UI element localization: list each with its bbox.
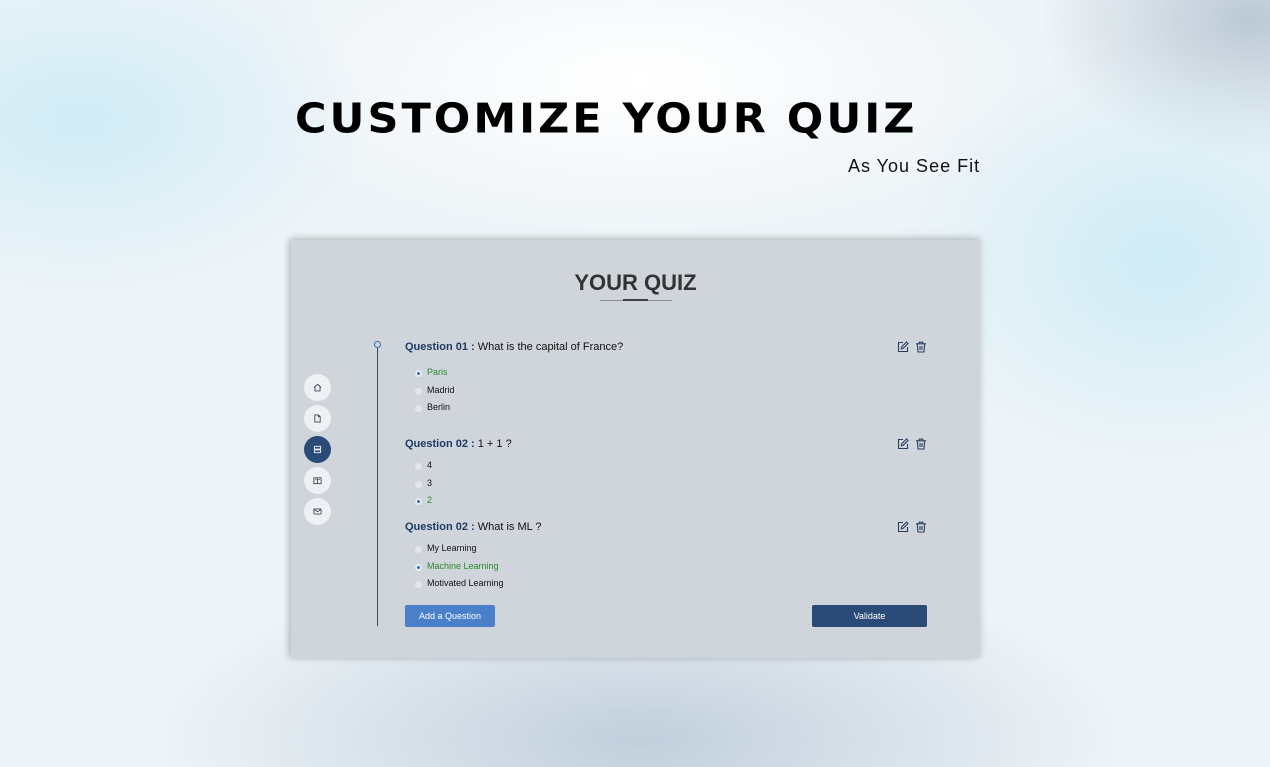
option-label: 4 — [427, 460, 433, 470]
question-text: What is the capital of France? — [474, 341, 624, 353]
answer-option[interactable]: 4 — [415, 459, 432, 471]
edit-icon — [897, 438, 909, 450]
question-text: What is ML ? — [474, 521, 542, 533]
add-question-button[interactable]: Add a Question — [405, 605, 495, 627]
answer-option[interactable]: My Learning — [415, 542, 477, 554]
radio-unselected[interactable] — [415, 388, 422, 395]
question-label: Question 02 : — [405, 521, 475, 533]
radio-unselected[interactable] — [415, 481, 422, 488]
database-icon — [313, 445, 322, 454]
document-icon — [314, 414, 321, 423]
answer-option[interactable]: Berlin — [415, 401, 450, 413]
hero-title: CUSTOMIZE YOUR QUIZ — [295, 95, 918, 143]
hero-subtitle: As You See Fit — [848, 156, 981, 176]
question-label: Question 02 : — [405, 438, 475, 450]
sidebar-item-mail[interactable] — [304, 498, 331, 525]
answer-option[interactable]: 2 — [415, 494, 432, 506]
option-label: Motivated Learning — [427, 578, 504, 588]
trash-icon — [916, 341, 926, 353]
option-label: My Learning — [427, 543, 477, 553]
radio-unselected[interactable] — [415, 581, 422, 588]
question-text: 1 + 1 ? — [474, 438, 512, 450]
answer-option[interactable]: Madrid — [415, 384, 455, 396]
answer-option[interactable]: Machine Learning — [415, 560, 499, 572]
answer-option[interactable]: Motivated Learning — [415, 577, 504, 589]
option-label: 2 — [427, 495, 433, 505]
delete-button[interactable] — [915, 438, 927, 450]
radio-selected[interactable] — [415, 564, 422, 571]
radio-unselected[interactable] — [415, 463, 422, 470]
option-label: Paris — [427, 367, 448, 377]
edit-button[interactable] — [897, 341, 909, 353]
option-label: Machine Learning — [427, 561, 499, 571]
radio-unselected[interactable] — [415, 405, 422, 412]
question-card: Question 02 : 1 + 1 ? 4 3 2 — [405, 437, 927, 505]
radio-unselected[interactable] — [415, 546, 422, 553]
question-header: Question 02 : 1 + 1 ? — [405, 437, 927, 451]
quiz-panel: YOUR QUIZ Question 01: What is the capi… — [291, 240, 980, 658]
radio-selected[interactable] — [415, 498, 422, 505]
radio-selected[interactable] — [415, 370, 422, 377]
mail-icon — [313, 508, 322, 515]
sidebar-item-documents[interactable] — [304, 405, 331, 432]
edit-icon — [897, 341, 909, 353]
panel-title: YOUR QUIZ — [574, 270, 697, 295]
delete-button[interactable] — [915, 521, 927, 533]
option-label: 3 — [427, 478, 433, 488]
book-icon — [313, 477, 322, 485]
option-label: Madrid — [427, 385, 455, 395]
validate-button[interactable]: Validate — [812, 605, 927, 627]
question-header: Question 02 : What is ML ? — [405, 520, 927, 534]
option-label: Berlin — [427, 402, 451, 412]
title-underline-accent — [623, 299, 648, 301]
edit-button[interactable] — [897, 438, 909, 450]
sidebar-item-home[interactable] — [304, 374, 331, 401]
edit-button[interactable] — [897, 521, 909, 533]
delete-button[interactable] — [915, 341, 927, 353]
question-card: Question 01 : What is the capital of Fra… — [405, 340, 927, 412]
sidebar-nav — [304, 374, 331, 529]
question-header: Question 01 : What is the capital of Fra… — [405, 340, 927, 354]
answer-option[interactable]: 3 — [415, 477, 432, 489]
sidebar-item-quiz[interactable] — [304, 436, 331, 463]
sidebar-item-library[interactable] — [304, 467, 331, 494]
timeline-dot — [374, 341, 381, 348]
question-card: Question 02 : What is ML ? My Learning M… — [405, 520, 927, 588]
question-label: Question 01 : — [405, 341, 475, 353]
home-icon — [313, 383, 322, 392]
trash-icon — [916, 438, 926, 450]
timeline-line — [377, 348, 378, 626]
answer-option[interactable]: Paris — [415, 366, 448, 378]
trash-icon — [916, 521, 926, 533]
edit-icon — [897, 521, 909, 533]
